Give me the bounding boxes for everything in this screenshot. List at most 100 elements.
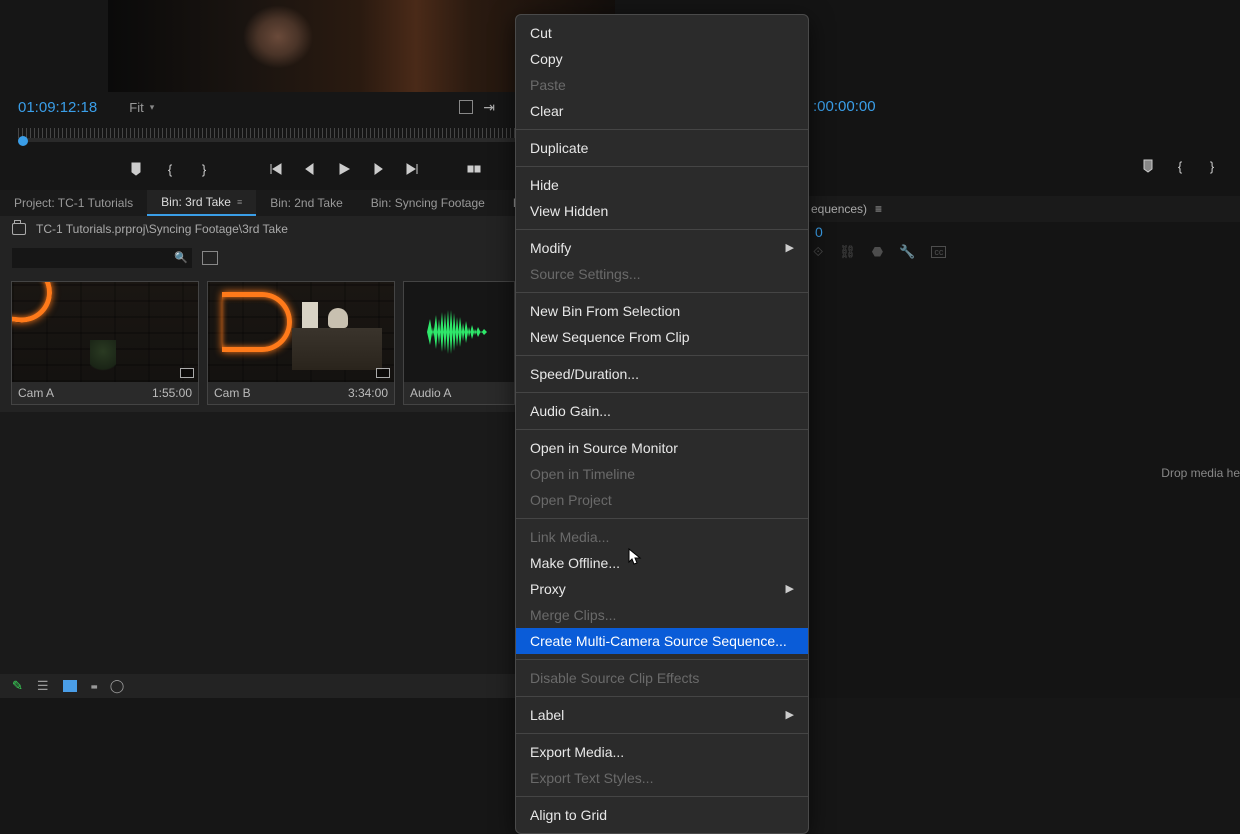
- menu-item: Source Settings...: [516, 261, 808, 287]
- mark-in-button[interactable]: {: [162, 161, 178, 177]
- playhead-icon[interactable]: [18, 136, 28, 146]
- menu-item-label: Clear: [530, 102, 563, 120]
- new-bin-button[interactable]: [202, 251, 218, 265]
- neon-sign: [222, 292, 292, 352]
- bin-icon[interactable]: [12, 223, 26, 235]
- freeform-view-button[interactable]: ▪▪: [91, 679, 96, 694]
- zoom-slider-min-icon: ◯: [110, 678, 125, 694]
- mark-in-button[interactable]: {: [1172, 158, 1188, 174]
- source-scrubber[interactable]: [18, 128, 593, 148]
- clip-duration: 3:34:00: [348, 386, 388, 400]
- snap-icon[interactable]: ⟐: [813, 244, 823, 260]
- pencil-icon[interactable]: ✎: [12, 678, 23, 694]
- settings-wrench-icon[interactable]: ⇥: [483, 99, 495, 116]
- source-timecode[interactable]: 01:09:12:18: [18, 99, 97, 116]
- menu-item-label: Hide: [530, 176, 559, 194]
- menu-item[interactable]: Clear: [516, 98, 808, 124]
- tab-menu-icon[interactable]: ≡: [875, 202, 882, 216]
- menu-item[interactable]: Hide: [516, 172, 808, 198]
- timeline-tab-label[interactable]: equences): [811, 202, 867, 216]
- menu-item-label: Paste: [530, 76, 566, 94]
- mark-out-button[interactable]: }: [1204, 158, 1220, 174]
- mark-out-button[interactable]: }: [196, 161, 212, 177]
- tab-project[interactable]: Project: TC-1 Tutorials: [0, 190, 147, 216]
- ruler-ticks: [18, 128, 593, 138]
- resolution-icon[interactable]: [459, 100, 473, 114]
- menu-item-label: Duplicate: [530, 139, 588, 157]
- menu-item: Link Media...: [516, 524, 808, 550]
- submenu-arrow-icon: ▶: [786, 580, 794, 598]
- menu-item[interactable]: Align to Grid: [516, 802, 808, 828]
- tab-bin-3rd-take[interactable]: Bin: 3rd Take≡: [147, 190, 256, 216]
- menu-item[interactable]: Export Media...: [516, 739, 808, 765]
- menu-item[interactable]: New Sequence From Clip: [516, 324, 808, 350]
- menu-item-label: Export Media...: [530, 743, 624, 761]
- menu-item-label: Align to Grid: [530, 806, 607, 824]
- drop-media-hint: Drop media he: [1161, 466, 1240, 480]
- tab-bin-2nd-take[interactable]: Bin: 2nd Take: [256, 190, 357, 216]
- marker-icon[interactable]: ⬣: [872, 244, 883, 260]
- clip-name: Cam B: [214, 386, 251, 400]
- menu-item[interactable]: Speed/Duration...: [516, 361, 808, 387]
- waveform-icon: [427, 307, 491, 357]
- menu-item[interactable]: Proxy ▶: [516, 576, 808, 602]
- clip-audio-a[interactable]: Audio A: [404, 282, 514, 404]
- menu-item-label: Source Settings...: [530, 265, 641, 283]
- menu-item-label: Make Offline...: [530, 554, 620, 572]
- mouse-cursor-icon: [628, 548, 642, 566]
- context-menu[interactable]: Cut Copy Paste Clear Duplicate Hide View Hidde…: [515, 14, 809, 834]
- menu-item-label: Link Media...: [530, 528, 609, 546]
- play-button[interactable]: [336, 161, 352, 177]
- search-icon: 🔍: [174, 251, 188, 264]
- menu-item: Open in Timeline: [516, 461, 808, 487]
- step-back-button[interactable]: [302, 161, 318, 177]
- step-forward-button[interactable]: [370, 161, 386, 177]
- menu-item-label: Merge Clips...: [530, 606, 616, 624]
- menu-item-label: Copy: [530, 50, 563, 68]
- menu-item[interactable]: Modify▶: [516, 235, 808, 261]
- menu-item[interactable]: Make Offline...: [516, 550, 808, 576]
- clip-cam-b[interactable]: Cam B 3:34:00: [208, 282, 394, 404]
- menu-item-label: Create Multi-Camera Source Sequence...: [530, 632, 787, 650]
- breadcrumb-path[interactable]: TC-1 Tutorials.prproj\Syncing Footage\3r…: [36, 222, 288, 236]
- icon-view-button[interactable]: [63, 680, 77, 692]
- menu-item[interactable]: Cut: [516, 20, 808, 46]
- list-view-button[interactable]: ☰: [37, 678, 49, 694]
- menu-item-label: Disable Source Clip Effects: [530, 669, 699, 687]
- menu-item-label: Audio Gain...: [530, 402, 611, 420]
- insert-button[interactable]: [466, 161, 482, 177]
- menu-item[interactable]: View Hidden: [516, 198, 808, 224]
- submenu-arrow-icon: ▶: [786, 706, 794, 724]
- menu-item: Export Text Styles...: [516, 765, 808, 791]
- menu-item[interactable]: Copy: [516, 46, 808, 72]
- settings-wrench-icon[interactable]: 🔧: [899, 244, 915, 260]
- linked-selection-icon[interactable]: ⛓: [839, 244, 856, 260]
- caption-icon[interactable]: cc: [931, 246, 946, 258]
- add-marker-button[interactable]: [128, 161, 144, 177]
- menu-item[interactable]: Audio Gain...: [516, 398, 808, 424]
- shelf-prop: [292, 328, 382, 370]
- program-timecode[interactable]: :00:00:00: [813, 98, 876, 115]
- video-badge-icon: [376, 368, 390, 378]
- chevron-down-icon: ▾: [150, 102, 155, 113]
- menu-item: Open Project: [516, 487, 808, 513]
- add-marker-button[interactable]: [1140, 158, 1156, 174]
- menu-item[interactable]: Label▶: [516, 702, 808, 728]
- menu-item[interactable]: Create Multi-Camera Source Sequence...: [516, 628, 808, 654]
- menu-item[interactable]: New Bin From Selection: [516, 298, 808, 324]
- go-to-in-button[interactable]: [268, 161, 284, 177]
- program-markers: { }: [1140, 158, 1220, 174]
- clip-cam-a[interactable]: Cam A1:55:00: [12, 282, 198, 404]
- clip-thumbnail: [12, 282, 198, 382]
- tab-menu-icon[interactable]: ≡: [237, 197, 242, 207]
- go-to-out-button[interactable]: [404, 161, 420, 177]
- clip-duration: 1:55:00: [152, 386, 192, 400]
- menu-item[interactable]: Duplicate: [516, 135, 808, 161]
- menu-item[interactable]: Open in Source Monitor: [516, 435, 808, 461]
- timeline-timecode[interactable]: 0: [815, 224, 823, 240]
- menu-item-label: Proxy: [530, 580, 566, 598]
- search-input[interactable]: [12, 248, 192, 268]
- scrub-rail: [18, 138, 593, 142]
- zoom-dropdown[interactable]: Fit ▾: [123, 98, 160, 117]
- tab-bin-syncing[interactable]: Bin: Syncing Footage: [357, 190, 499, 216]
